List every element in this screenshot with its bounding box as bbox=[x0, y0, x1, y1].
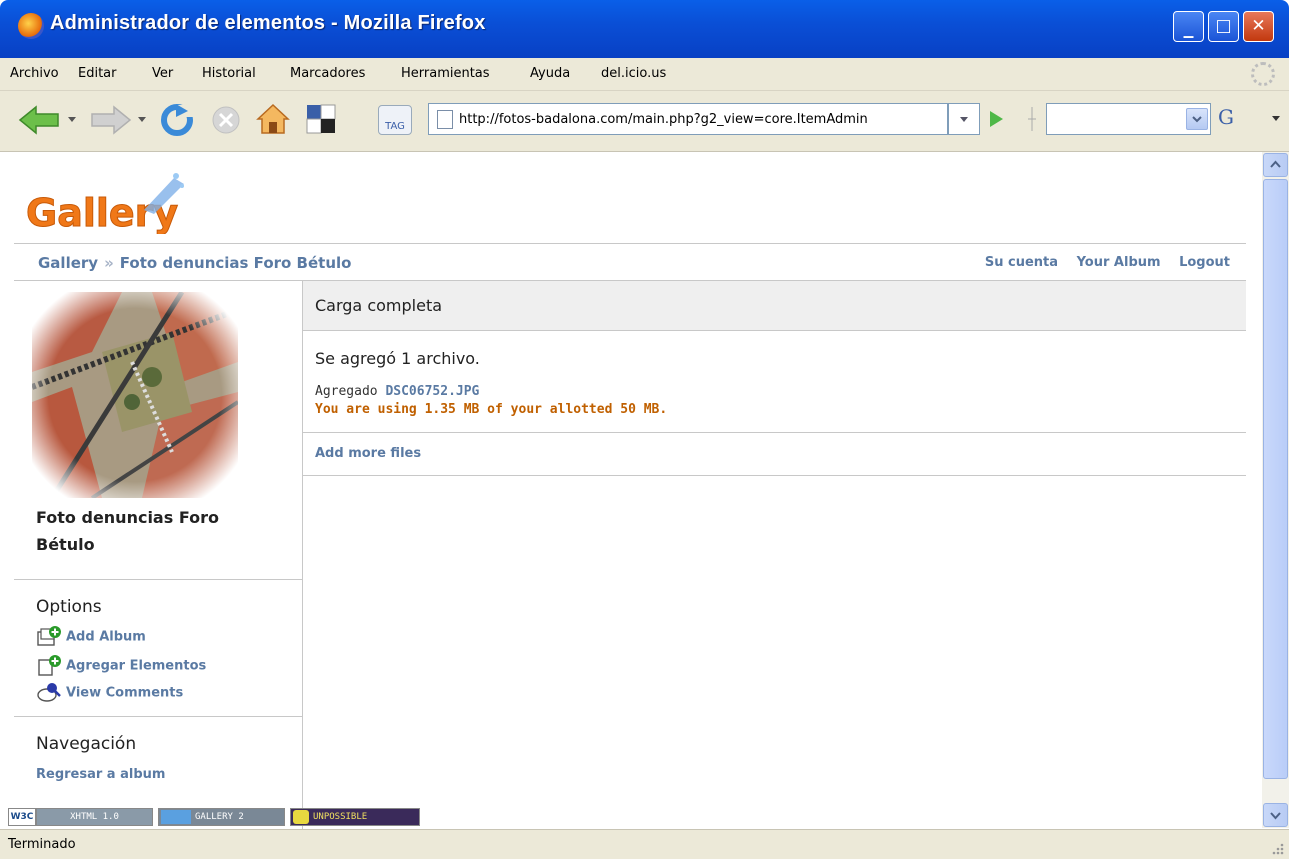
forward-arrow-icon[interactable] bbox=[88, 105, 132, 135]
navigation-toolbar: TAG G bbox=[0, 91, 1289, 152]
search-box[interactable] bbox=[1046, 103, 1211, 135]
menu-archivo[interactable]: Archivo bbox=[10, 66, 59, 81]
breadcrumb-gallery-link[interactable]: Gallery bbox=[38, 254, 98, 272]
throbber-icon bbox=[1251, 62, 1275, 86]
chevron-down-icon bbox=[1192, 116, 1202, 123]
main-divider-2 bbox=[303, 475, 1246, 476]
toolbar-overflow-icon[interactable] bbox=[1270, 113, 1282, 125]
close-icon: ✕ bbox=[1251, 16, 1266, 36]
url-history-dropdown[interactable] bbox=[948, 103, 980, 135]
unpossible-badge-label: UNPOSSIBLE bbox=[313, 812, 368, 822]
gallery-mini-icon bbox=[161, 810, 191, 824]
added-file-link[interactable]: DSC06752.JPG bbox=[385, 384, 479, 399]
album-thumbnail[interactable] bbox=[32, 292, 238, 498]
logo-text: Gallery bbox=[26, 191, 178, 234]
window-title: Administrador de elementos - Mozilla Fir… bbox=[50, 12, 486, 34]
vertical-scrollbar[interactable] bbox=[1262, 152, 1289, 828]
menu-ver[interactable]: Ver bbox=[152, 66, 173, 81]
scroll-up-button[interactable] bbox=[1263, 153, 1288, 177]
chevron-down-icon bbox=[960, 117, 968, 122]
back-dropdown-icon[interactable] bbox=[66, 113, 78, 125]
options-heading: Options bbox=[36, 597, 102, 617]
added-file-line: Agregado DSC06752.JPG bbox=[315, 384, 479, 399]
gallery-logo[interactable]: Gallery bbox=[24, 170, 194, 234]
breadcrumb-album-link[interactable]: Foto denuncias Foro Bétulo bbox=[120, 254, 352, 272]
search-dropdown-button[interactable] bbox=[1186, 108, 1208, 130]
navigation-heading: Navegación bbox=[36, 734, 137, 754]
sidebar-divider-2 bbox=[14, 716, 302, 717]
your-album-link[interactable]: Your Album bbox=[1077, 255, 1161, 270]
add-album-icon bbox=[37, 626, 61, 646]
add-items-icon bbox=[38, 655, 61, 676]
menu-herramientas[interactable]: Herramientas bbox=[401, 66, 490, 81]
checkerboard-icon[interactable] bbox=[306, 104, 336, 134]
breadcrumb-separator: » bbox=[104, 254, 114, 272]
window-titlebar: Administrador de elementos - Mozilla Fir… bbox=[0, 0, 1289, 58]
back-arrow-icon[interactable] bbox=[18, 105, 62, 135]
sidebar-divider bbox=[302, 280, 303, 829]
add-album-label: Add Album bbox=[66, 629, 146, 645]
scroll-down-button[interactable] bbox=[1263, 803, 1288, 827]
url-input[interactable] bbox=[459, 109, 949, 129]
chevron-down-icon bbox=[1270, 812, 1281, 820]
menu-bar: Archivo Editar Ver Historial Marcadores … bbox=[0, 58, 1289, 91]
add-items-label: Agregar Elementos bbox=[66, 658, 207, 674]
page-content: Gallery Gallery » Foto denuncias Foro Bétu… bbox=[0, 152, 1262, 829]
menu-editar[interactable]: Editar bbox=[78, 66, 117, 81]
address-bar[interactable] bbox=[428, 103, 949, 135]
add-album-link[interactable]: Add Album bbox=[36, 626, 146, 648]
quota-message: You are using 1.35 MB of your allotted 5… bbox=[315, 402, 668, 417]
account-link[interactable]: Su cuenta bbox=[985, 255, 1058, 270]
forward-dropdown-icon[interactable] bbox=[136, 113, 148, 125]
view-comments-label: View Comments bbox=[66, 685, 184, 701]
tag-icon[interactable]: TAG bbox=[378, 105, 412, 135]
added-prefix: Agregado bbox=[315, 384, 378, 399]
unpossible-badge[interactable]: UNPOSSIBLE bbox=[290, 808, 420, 826]
scroll-thumb[interactable] bbox=[1263, 179, 1288, 779]
album-title: Foto denuncias Foro Bétulo bbox=[36, 508, 219, 554]
google-search-icon[interactable]: G bbox=[1218, 105, 1234, 129]
header-divider bbox=[14, 243, 1246, 244]
minimize-icon: _ bbox=[1183, 14, 1194, 38]
main-divider-1 bbox=[303, 432, 1246, 433]
minimize-button[interactable]: _ bbox=[1173, 11, 1204, 42]
maximize-button[interactable]: □ bbox=[1208, 11, 1239, 42]
maximize-icon: □ bbox=[1215, 16, 1232, 36]
sidebar-divider-1 bbox=[14, 579, 302, 580]
close-button[interactable]: ✕ bbox=[1243, 11, 1274, 42]
add-more-files-link[interactable]: Add more files bbox=[315, 446, 421, 461]
status-text: Terminado bbox=[8, 837, 76, 852]
top-links: Su cuenta Your Album Logout bbox=[971, 255, 1230, 270]
w3c-badge[interactable]: W3C bbox=[8, 808, 36, 826]
menu-delicious[interactable]: del.icio.us bbox=[601, 66, 666, 81]
gallery2-badge[interactable]: GALLERY 2 bbox=[158, 808, 285, 826]
menu-historial[interactable]: Historial bbox=[202, 66, 256, 81]
menu-marcadores[interactable]: Marcadores bbox=[290, 66, 365, 81]
main-heading-bar: Carga completa bbox=[303, 281, 1246, 331]
firefox-icon bbox=[18, 13, 44, 39]
reload-icon[interactable] bbox=[160, 103, 194, 137]
stop-icon[interactable] bbox=[210, 104, 242, 136]
chevron-up-icon bbox=[1270, 160, 1281, 168]
resize-grip-icon[interactable] bbox=[1269, 840, 1285, 856]
home-icon[interactable] bbox=[256, 103, 290, 135]
menu-ayuda[interactable]: Ayuda bbox=[530, 66, 570, 81]
upload-result: Se agregó 1 archivo. bbox=[315, 349, 480, 368]
page-icon bbox=[437, 110, 453, 129]
comments-icon bbox=[37, 683, 61, 702]
breadcrumb: Gallery » Foto denuncias Foro Bétulo bbox=[38, 254, 351, 272]
go-icon[interactable] bbox=[986, 109, 1006, 129]
main-heading: Carga completa bbox=[315, 296, 443, 315]
unpossible-mini-icon bbox=[293, 810, 309, 824]
add-items-link[interactable]: Agregar Elementos bbox=[36, 655, 206, 677]
status-bar: Terminado bbox=[0, 829, 1289, 859]
logout-link[interactable]: Logout bbox=[1179, 255, 1230, 270]
xhtml-badge[interactable]: XHTML 1.0 bbox=[36, 808, 153, 826]
search-input[interactable] bbox=[1051, 109, 1181, 129]
toolbar-separator-icon bbox=[1028, 107, 1036, 131]
gallery2-badge-label: GALLERY 2 bbox=[195, 812, 244, 822]
view-comments-link[interactable]: View Comments bbox=[36, 682, 183, 704]
back-to-album-link[interactable]: Regresar a album bbox=[36, 767, 165, 782]
